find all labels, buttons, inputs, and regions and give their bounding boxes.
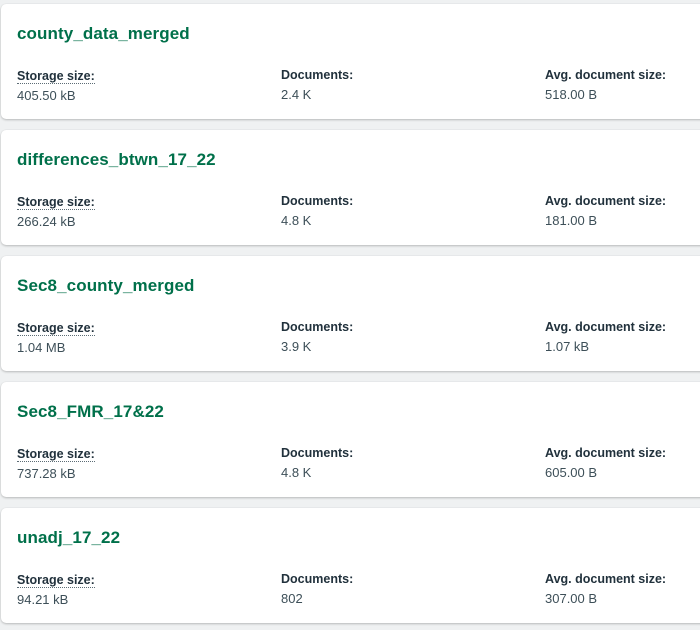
documents-value: 4.8 K [281, 465, 312, 480]
avg-document-size-value: 181.00 B [545, 213, 598, 228]
collection-card[interactable]: Sec8_FMR_17&22 Storage size: 737.28 kB D… [1, 382, 700, 497]
documents-value: 2.4 K [281, 87, 312, 102]
avg-document-size-stat: Avg. document size: 605.00 B [545, 445, 666, 481]
documents-stat: Documents: 4.8 K [281, 445, 353, 481]
documents-stat: Documents: 4.8 K [281, 193, 353, 229]
avg-document-size-label: Avg. document size: [545, 68, 667, 82]
avg-document-size-label: Avg. document size: [545, 320, 667, 334]
storage-size-value: 405.50 kB [17, 88, 76, 103]
storage-size-value: 266.24 kB [17, 214, 76, 229]
storage-size-stat: Storage size: 405.50 kB [17, 67, 95, 104]
storage-size-label[interactable]: Storage size: [17, 196, 95, 210]
storage-size-value: 1.04 MB [17, 340, 66, 355]
storage-size-value: 737.28 kB [17, 466, 76, 481]
collection-name-link[interactable]: differences_btwn_17_22 [17, 150, 216, 170]
storage-size-label[interactable]: Storage size: [17, 322, 95, 336]
collection-name-link[interactable]: county_data_merged [17, 24, 190, 44]
documents-label: Documents: [281, 572, 354, 586]
storage-size-stat: Storage size: 737.28 kB [17, 445, 95, 482]
documents-label: Documents: [281, 320, 354, 334]
collection-card[interactable]: county_data_merged Storage size: 405.50 … [1, 4, 700, 119]
documents-value: 802 [281, 591, 303, 606]
avg-document-size-label: Avg. document size: [545, 572, 667, 586]
avg-document-size-value: 1.07 kB [545, 339, 590, 354]
collection-card[interactable]: Sec8_county_merged Storage size: 1.04 MB… [1, 256, 700, 371]
storage-size-value: 94.21 kB [17, 592, 69, 607]
collection-name-link[interactable]: unadj_17_22 [17, 528, 120, 548]
avg-document-size-value: 307.00 B [545, 591, 598, 606]
collections-list: county_data_merged Storage size: 405.50 … [0, 0, 700, 630]
storage-size-label[interactable]: Storage size: [17, 574, 95, 588]
avg-document-size-value: 518.00 B [545, 87, 598, 102]
collection-card[interactable]: differences_btwn_17_22 Storage size: 266… [1, 130, 700, 245]
avg-document-size-label: Avg. document size: [545, 446, 667, 460]
documents-value: 3.9 K [281, 339, 312, 354]
collection-card[interactable]: unadj_17_22 Storage size: 94.21 kB Docum… [1, 508, 700, 623]
avg-document-size-stat: Avg. document size: 518.00 B [545, 67, 666, 103]
documents-label: Documents: [281, 446, 354, 460]
storage-size-stat: Storage size: 94.21 kB [17, 571, 95, 608]
documents-stat: Documents: 3.9 K [281, 319, 353, 355]
storage-size-stat: Storage size: 266.24 kB [17, 193, 95, 230]
avg-document-size-stat: Avg. document size: 181.00 B [545, 193, 666, 229]
documents-value: 4.8 K [281, 213, 312, 228]
collection-name-link[interactable]: Sec8_FMR_17&22 [17, 402, 164, 422]
storage-size-stat: Storage size: 1.04 MB [17, 319, 95, 356]
documents-label: Documents: [281, 68, 354, 82]
documents-stat: Documents: 2.4 K [281, 67, 353, 103]
storage-size-label[interactable]: Storage size: [17, 70, 95, 84]
storage-size-label[interactable]: Storage size: [17, 448, 95, 462]
avg-document-size-stat: Avg. document size: 307.00 B [545, 571, 666, 607]
documents-label: Documents: [281, 194, 354, 208]
avg-document-size-stat: Avg. document size: 1.07 kB [545, 319, 666, 355]
documents-stat: Documents: 802 [281, 571, 353, 607]
collection-name-link[interactable]: Sec8_county_merged [17, 276, 195, 296]
avg-document-size-value: 605.00 B [545, 465, 598, 480]
avg-document-size-label: Avg. document size: [545, 194, 667, 208]
